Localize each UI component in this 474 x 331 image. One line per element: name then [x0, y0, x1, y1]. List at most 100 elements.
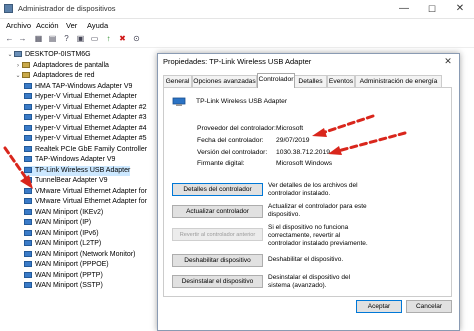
- tree-item[interactable]: › Adaptadores de pantalla: [14, 61, 109, 72]
- disable-device-description: Deshabilitar el dispositivo.: [268, 256, 344, 263]
- version-value: 1030.38.712.2019: [276, 149, 330, 156]
- ok-button[interactable]: Aceptar: [356, 300, 402, 313]
- tree-item[interactable]: WAN Miniport (L2TP): [24, 239, 101, 250]
- network-adapter-icon: [24, 114, 32, 121]
- tree-item[interactable]: VMware Virtual Ethernet Adapter for: [24, 197, 147, 208]
- rollback-driver-description: Si el dispositivo no funciona correctame…: [268, 224, 368, 247]
- arrow-to-tplink: [3, 146, 28, 180]
- cancel-button[interactable]: Cancelar: [406, 300, 452, 313]
- tab-detalles[interactable]: Detalles: [294, 75, 327, 87]
- tree-root-label: DESKTOP-0ISTM6G: [25, 51, 91, 58]
- provider-label: Proveedor del controlador:: [197, 125, 276, 132]
- tab-eventos[interactable]: Eventos: [327, 75, 355, 87]
- signer-label: Firmante digital:: [197, 160, 245, 167]
- tab-opciones-avanzadas[interactable]: Opciones avanzadas: [192, 75, 257, 87]
- menu-accion[interactable]: Acción: [36, 21, 59, 30]
- tree-item[interactable]: WAN Miniport (IP): [24, 218, 91, 229]
- tree-item-label: VMware Virtual Ethernet Adapter for: [35, 198, 147, 205]
- back-arrow-icon[interactable]: ←: [4, 33, 15, 44]
- chevron-down-icon[interactable]: ⌄: [6, 50, 14, 61]
- chevron-right-icon[interactable]: ›: [14, 61, 22, 72]
- chevron-down-icon[interactable]: ⌄: [14, 71, 22, 82]
- tree-item[interactable]: WAN Miniport (IKEv2): [24, 208, 103, 219]
- tab-administracion-energia[interactable]: Administración de energía: [355, 75, 442, 87]
- tab-general[interactable]: General: [163, 75, 192, 87]
- tree-item[interactable]: TP-Link Wireless USB Adapter: [24, 165, 131, 176]
- tree-item[interactable]: VMware Virtual Ethernet Adapter for: [24, 187, 147, 198]
- network-adapter-icon: [24, 124, 32, 131]
- tree-item[interactable]: ⌄ Adaptadores de red: [14, 71, 94, 82]
- minimize-button[interactable]: —: [390, 0, 418, 18]
- device-name: TP-Link Wireless USB Adapter: [196, 98, 288, 105]
- menu-archivo[interactable]: Archivo: [6, 21, 31, 30]
- tree-item-label: WAN Miniport (PPPOE): [35, 261, 109, 268]
- tree-item-label: Hyper-V Virtual Ethernet Adapter: [35, 93, 137, 100]
- properties-icon[interactable]: ▦: [33, 33, 44, 44]
- tree-item[interactable]: WAN Miniport (PPPOE): [24, 260, 109, 271]
- maximize-button[interactable]: ☐: [418, 0, 446, 18]
- network-adapter-icon: [24, 135, 32, 142]
- close-button[interactable]: ✕: [446, 0, 474, 18]
- network-adapter-icon: [24, 166, 32, 173]
- network-adapter-icon: [24, 208, 32, 215]
- update-driver-icon[interactable]: ↑: [103, 33, 114, 44]
- tree-item-label: WAN Miniport (IPv6): [35, 229, 99, 237]
- tree-item[interactable]: TAP-Windows Adapter V9: [24, 155, 115, 166]
- tree-item[interactable]: Hyper-V Virtual Ethernet Adapter #4: [24, 124, 147, 135]
- tree-item-label: TAP-Windows Adapter V9: [35, 156, 116, 163]
- tree-item-label: Hyper-V Virtual Ethernet Adapter #4: [35, 124, 147, 132]
- network-adapter-icon: [24, 219, 32, 226]
- tree-item[interactable]: HMA TAP-Windows Adapter V9: [24, 82, 132, 93]
- category-icon: [22, 72, 30, 79]
- rollback-driver-button[interactable]: Revertir al controlador anterior: [172, 228, 263, 241]
- network-adapter-icon: [24, 145, 32, 152]
- network-adapter-icon: [24, 240, 32, 247]
- forward-arrow-icon[interactable]: →: [17, 33, 28, 44]
- tree-item-label: HMA TAP-Windows Adapter V9: [35, 82, 133, 90]
- tree-item-label: WAN Miniport (SSTP): [35, 282, 103, 289]
- uninstall-icon[interactable]: ✖: [117, 33, 128, 44]
- window-title: Administrador de dispositivos: [18, 4, 116, 13]
- dialog-close-button[interactable]: ✕: [437, 54, 459, 69]
- scan-icon[interactable]: ⊙: [131, 33, 142, 44]
- tab-controlador[interactable]: Controlador: [257, 73, 295, 88]
- tree-item[interactable]: WAN Miniport (SSTP): [24, 281, 103, 292]
- network-adapter-icon: [24, 156, 32, 163]
- device-icon[interactable]: ▣: [75, 33, 86, 44]
- tree-item[interactable]: Realtek PCIe GbE Family Controller: [24, 145, 147, 156]
- update-driver-button[interactable]: Actualizar controlador: [172, 205, 263, 218]
- network-adapter-icon: [24, 82, 32, 89]
- tree-item-label: VMware Virtual Ethernet Adapter for: [35, 187, 147, 195]
- details-icon[interactable]: ▤: [47, 33, 58, 44]
- tree-item[interactable]: TunnelBear Adapter V9: [24, 176, 108, 187]
- tree-item[interactable]: WAN Miniport (IPv6): [24, 229, 99, 240]
- network-adapter-icon: [24, 229, 32, 236]
- menu-ayuda[interactable]: Ayuda: [87, 21, 108, 30]
- network-adapter-icon: [24, 198, 32, 205]
- tree-item[interactable]: Hyper-V Virtual Ethernet Adapter #3: [24, 113, 147, 124]
- network-adapter-icon: [24, 282, 32, 289]
- provider-value: Microsoft: [276, 125, 304, 132]
- driver-details-button[interactable]: Detalles del controlador: [172, 183, 263, 196]
- tree-item-label: Hyper-V Virtual Ethernet Adapter #2: [35, 103, 147, 111]
- signer-value: Microsoft Windows: [276, 160, 333, 167]
- tree-root[interactable]: ⌄ DESKTOP-0ISTM6G: [6, 50, 91, 61]
- tree-item[interactable]: WAN Miniport (PPTP): [24, 271, 103, 282]
- tree-item[interactable]: Hyper-V Virtual Ethernet Adapter #5: [24, 134, 147, 145]
- monitor-icon[interactable]: ▭: [89, 33, 100, 44]
- update-driver-description: Actualizar el controlador para este disp…: [268, 203, 367, 218]
- network-adapter-icon: [24, 103, 32, 110]
- device-manager-icon: [4, 4, 13, 13]
- help-icon[interactable]: ?: [61, 33, 72, 44]
- category-icon: [22, 61, 30, 68]
- network-adapter-icon: [24, 271, 32, 278]
- tree-item[interactable]: WAN Miniport (Network Monitor): [24, 250, 135, 261]
- tree-item[interactable]: Hyper-V Virtual Ethernet Adapter #2: [24, 103, 147, 114]
- menu-ver[interactable]: Ver: [66, 21, 77, 30]
- network-adapter-icon: [24, 250, 32, 257]
- dialog-title: Propiedades: TP-Link Wireless USB Adapte…: [163, 57, 312, 66]
- tree-item[interactable]: Hyper-V Virtual Ethernet Adapter: [24, 92, 137, 103]
- disable-device-button[interactable]: Deshabilitar dispositivo: [172, 254, 263, 267]
- uninstall-device-button[interactable]: Desinstalar el dispositivo: [172, 275, 263, 288]
- network-adapter-icon: [24, 261, 32, 268]
